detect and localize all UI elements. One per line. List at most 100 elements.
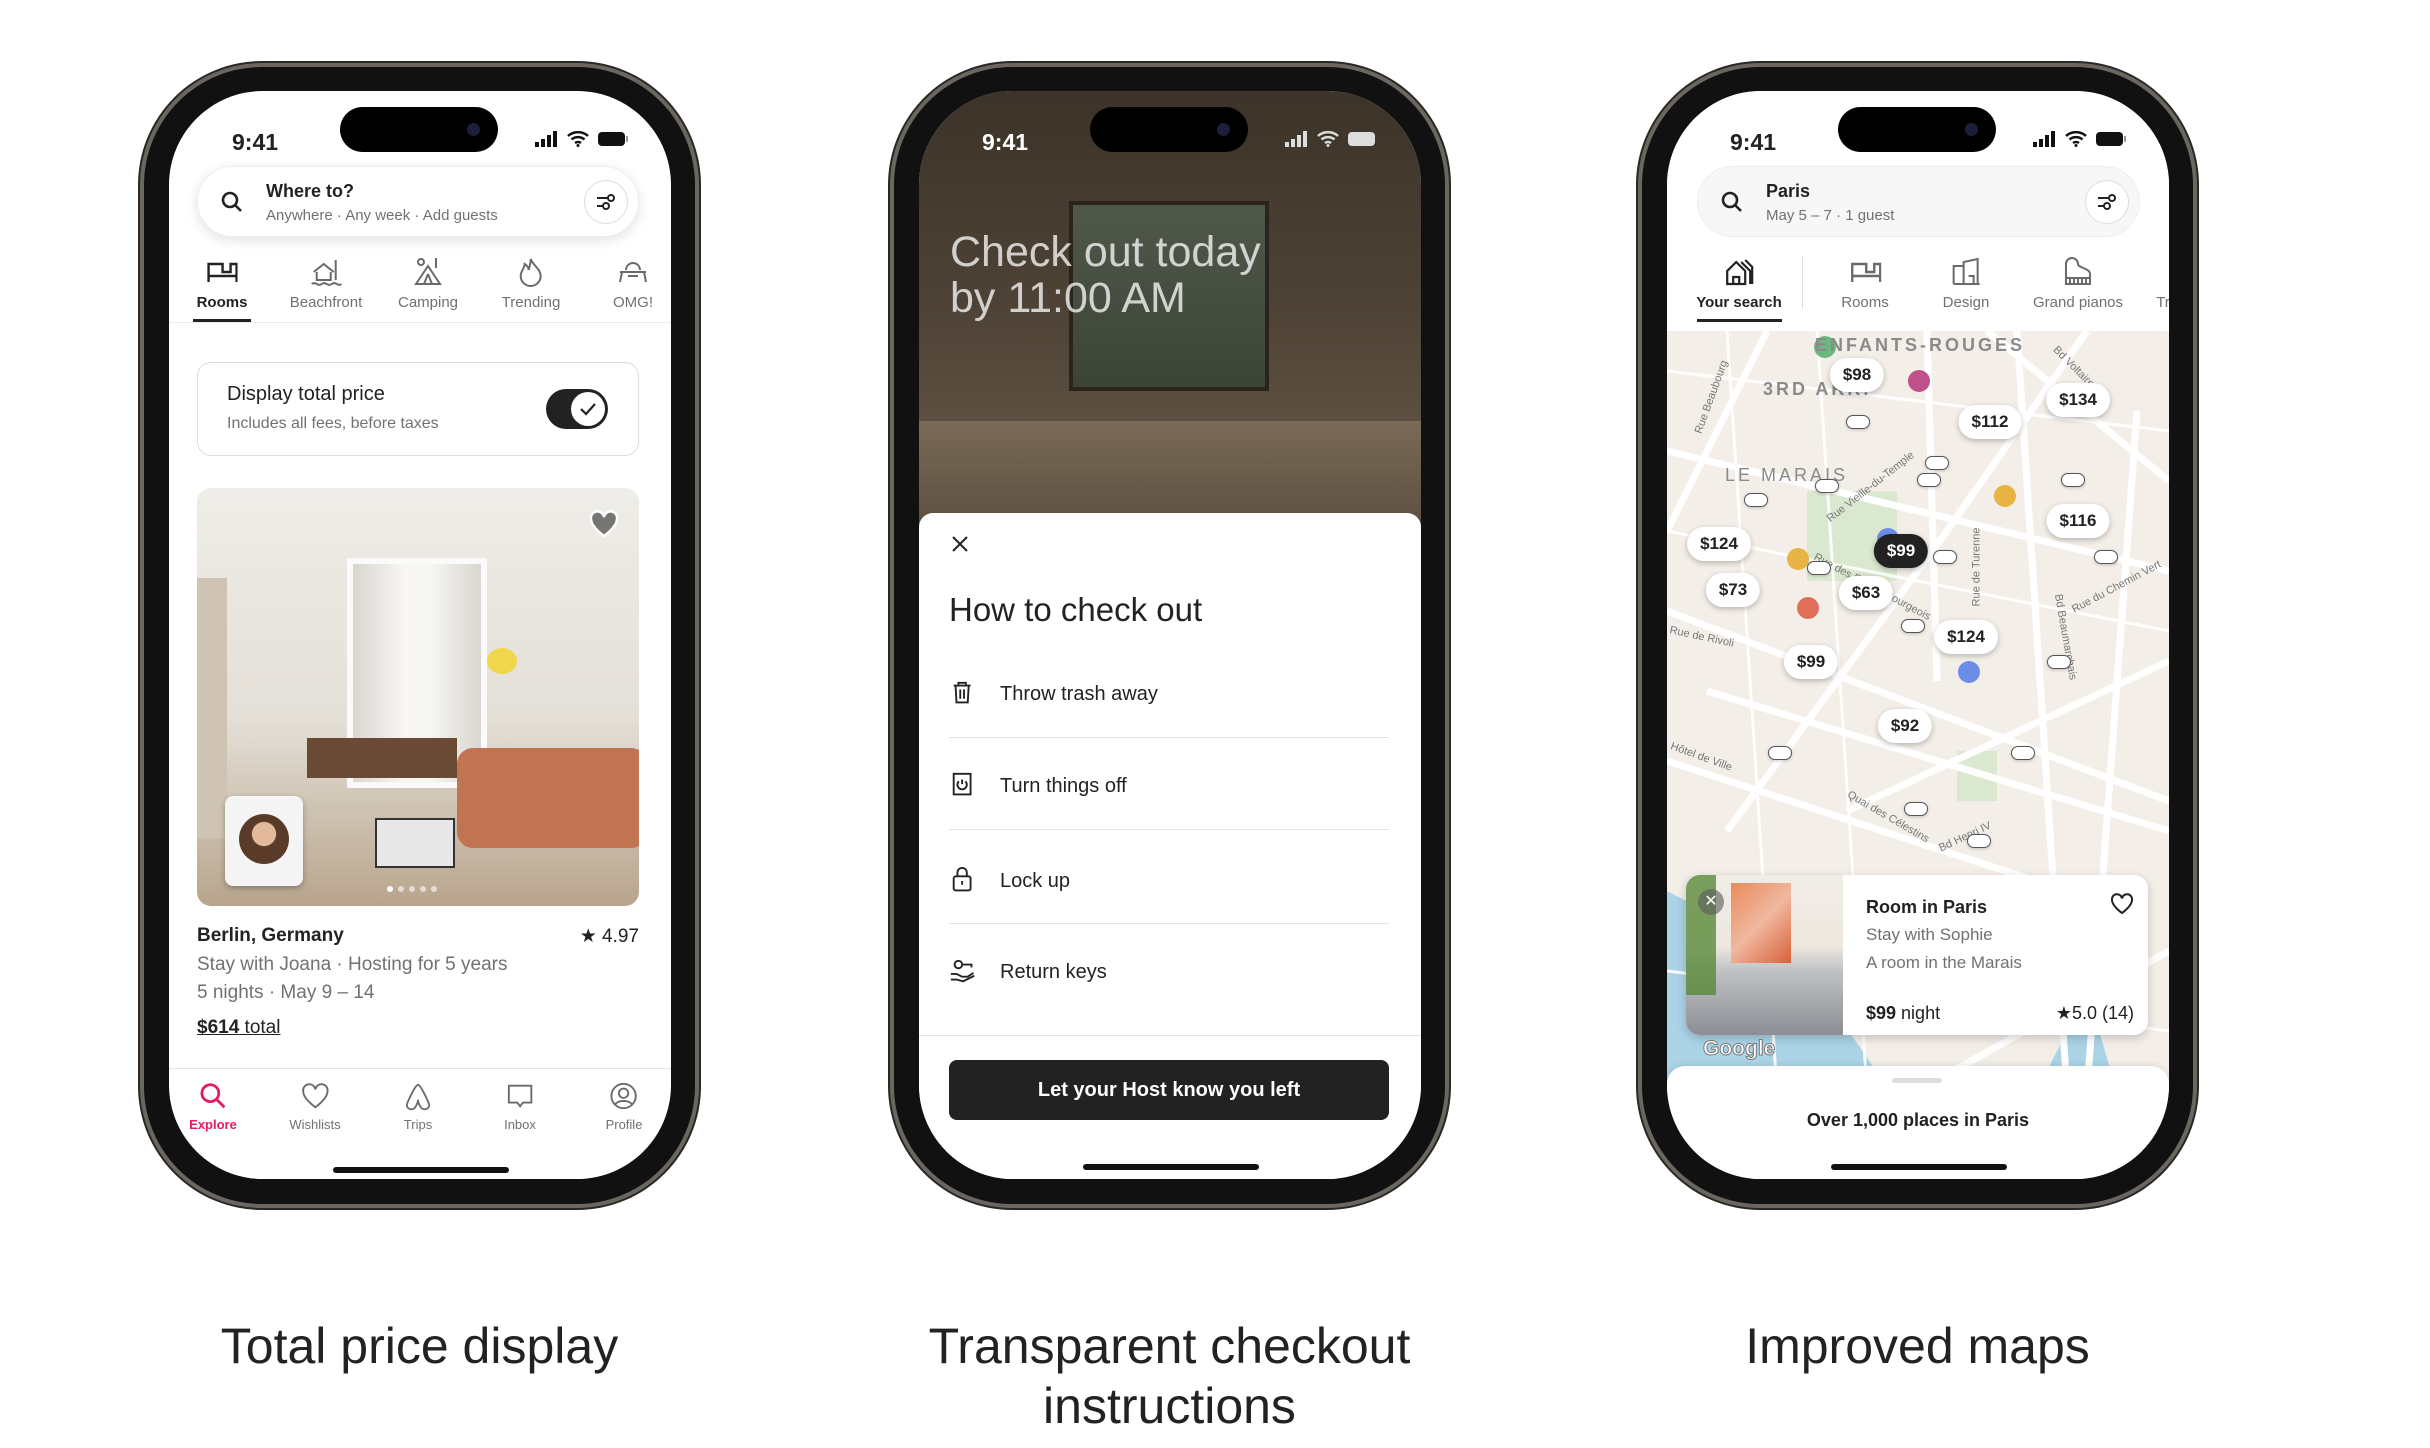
battery-icon [598,132,628,146]
display-total-price-card[interactable]: Display total price Includes all fees, b… [197,362,639,456]
tab-inbox[interactable]: Inbox [504,1081,536,1132]
tab-label: Explore [189,1117,237,1132]
category-design[interactable]: Design [1943,256,1989,311]
close-icon[interactable] [951,535,969,553]
category-tr[interactable]: Tr [2156,256,2169,311]
category-beachfront[interactable]: Beachfront [290,256,362,311]
price-pin[interactable]: $116 [2046,504,2110,538]
unpriced-map-marker[interactable] [1904,802,1928,816]
bed-icon [1850,262,1881,282]
price-pin[interactable]: $124 [1687,527,1751,561]
tab-profile[interactable]: Profile [605,1081,643,1132]
price-value: $614 [197,1017,240,1038]
checkout-step[interactable]: Return keys [949,953,1389,993]
price-pin[interactable]: $92 [1877,709,1933,743]
category-trending[interactable]: Trending [502,256,560,311]
tab-explore[interactable]: Explore [189,1081,237,1132]
tab-trips[interactable]: Trips [403,1081,433,1132]
google-attribution: Google [1702,1037,1776,1061]
unpriced-map-marker[interactable] [1925,456,1949,470]
price-pin[interactable]: $134 [2046,383,2110,417]
filters-button[interactable] [2085,180,2129,224]
pagination-dot [431,886,437,892]
checkout-step[interactable]: Turn things off [949,767,1389,807]
notify-host-button[interactable]: Let your Host know you left [949,1060,1389,1120]
filter-icon [2098,194,2116,210]
price-pin[interactable]: $73 [1705,573,1761,607]
map[interactable]: ENFANTS-ROUGES 3RD ARR. LE MARAIS Rue Be… [1667,331,2169,1091]
toggle-subtitle: Includes all fees, before taxes [227,415,439,432]
unpriced-map-marker[interactable] [2011,746,2035,760]
hero-line-2: by 11:00 AM [950,274,1186,322]
search-subtitle: Anywhere · Any week · Add guests [266,207,498,224]
listing-card[interactable]: ✕ Room in Paris Stay with Sophie A room … [1686,875,2148,1035]
price-pin[interactable]: $63 [1838,576,1894,610]
listing-card-photo: ✕ [1686,875,1843,1035]
sheet-handle[interactable] [1892,1078,1942,1083]
home-indicator [1083,1164,1259,1170]
tab-wishlists[interactable]: Wishlists [289,1081,341,1132]
category-omg[interactable]: OMG! [613,256,653,311]
unpriced-map-marker[interactable] [2061,473,2085,487]
category-label: Your search [1696,294,1782,311]
host-avatar[interactable] [225,796,303,886]
total-price-toggle[interactable] [546,389,608,429]
category-label: Grand pianos [2032,294,2124,311]
unpriced-map-marker[interactable] [1768,746,1792,760]
price-pin[interactable]: $98 [1829,358,1885,392]
heart-icon [301,1083,329,1109]
trash-icon [953,681,971,704]
category-rooms[interactable]: Rooms [197,256,247,311]
unpriced-map-marker[interactable] [1901,619,1925,633]
category-label: Camping [397,294,459,311]
search-icon [221,191,242,212]
unpriced-map-marker[interactable] [2094,550,2118,564]
category-yoursearch[interactable]: Your search [1696,256,1782,311]
signal-icon [535,131,557,147]
wifi-icon [2065,131,2087,147]
search-bar[interactable]: Paris May 5 – 7 · 1 guest [1697,166,2140,237]
listing-photo[interactable] [197,488,639,906]
listing-rating: ★ 4.97 [580,925,639,948]
unpriced-map-marker[interactable] [1967,834,1991,848]
price-pin[interactable]: $112 [1958,405,2022,439]
checkout-step[interactable]: Throw trash away [949,675,1389,715]
price-pin[interactable]: $124 [1934,620,1998,654]
checkout-step[interactable]: Lock up [949,862,1389,902]
status-time: 9:41 [1730,129,1777,155]
unpriced-map-marker[interactable] [1744,493,1768,507]
price-pin[interactable]: $99 [1783,645,1839,679]
filters-button[interactable] [584,180,628,224]
tab-label: Trips [403,1117,433,1132]
results-sheet[interactable]: Over 1,000 places in Paris [1667,1066,2169,1179]
card-rating: ★5.0 (14) [2056,1003,2134,1024]
unpriced-map-marker[interactable] [1846,415,1870,429]
close-card-button[interactable]: ✕ [1698,889,1724,915]
search-bar[interactable]: Where to? Anywhere · Any week · Add gues… [197,166,639,237]
sofa [457,748,639,848]
profile-icon [610,1082,638,1110]
heart-icon[interactable] [2110,893,2134,915]
category-grandpianos[interactable]: Grand pianos [2033,256,2123,311]
status-icons [535,131,629,147]
unpriced-map-marker[interactable] [1807,561,1831,575]
price-value: $99 [1866,1003,1897,1023]
tab-label: Profile [605,1117,643,1132]
wifi-icon [567,131,589,147]
lamp [487,648,517,674]
unpriced-map-marker[interactable] [2047,655,2071,669]
table [307,738,457,778]
unpriced-map-marker[interactable] [1917,473,1941,487]
category-camping[interactable]: Camping [398,256,458,311]
pagination-dot [420,886,426,892]
unpriced-map-marker[interactable] [1815,479,1839,493]
screen: ENFANTS-ROUGES 3RD ARR. LE MARAIS Rue Be… [1667,91,2169,1179]
category-rooms[interactable]: Rooms [1841,256,1889,311]
category-label: Rooms [1841,294,1889,311]
phone-checkout: 9:41 Check out today by 11:00 AM How to c… [894,67,1445,1204]
screen: 9:41 Check out today by 11:00 AM How to c… [919,91,1421,1179]
unpriced-map-marker[interactable] [1933,550,1957,564]
listing-total-price[interactable]: $614 total [197,1017,280,1039]
price-pin-selected[interactable]: $99 [1873,534,1929,568]
heart-icon[interactable] [589,510,619,538]
